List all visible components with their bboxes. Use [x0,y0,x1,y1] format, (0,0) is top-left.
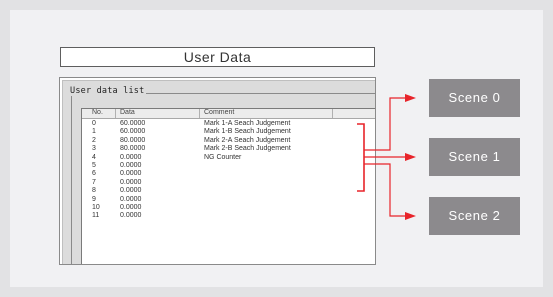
connector-line-scene-2 [364,163,406,217]
red-bracket [357,123,365,192]
arrow-head-scene-0 [405,94,416,102]
arrow-head-scene-1 [405,153,416,161]
connector-line-scene-0 [364,97,406,151]
arrow-head-scene-2 [405,212,416,220]
scene-0-box: Scene 0 [429,79,520,117]
scene-1-box: Scene 1 [429,138,520,176]
scene-2-box: Scene 2 [429,197,520,235]
